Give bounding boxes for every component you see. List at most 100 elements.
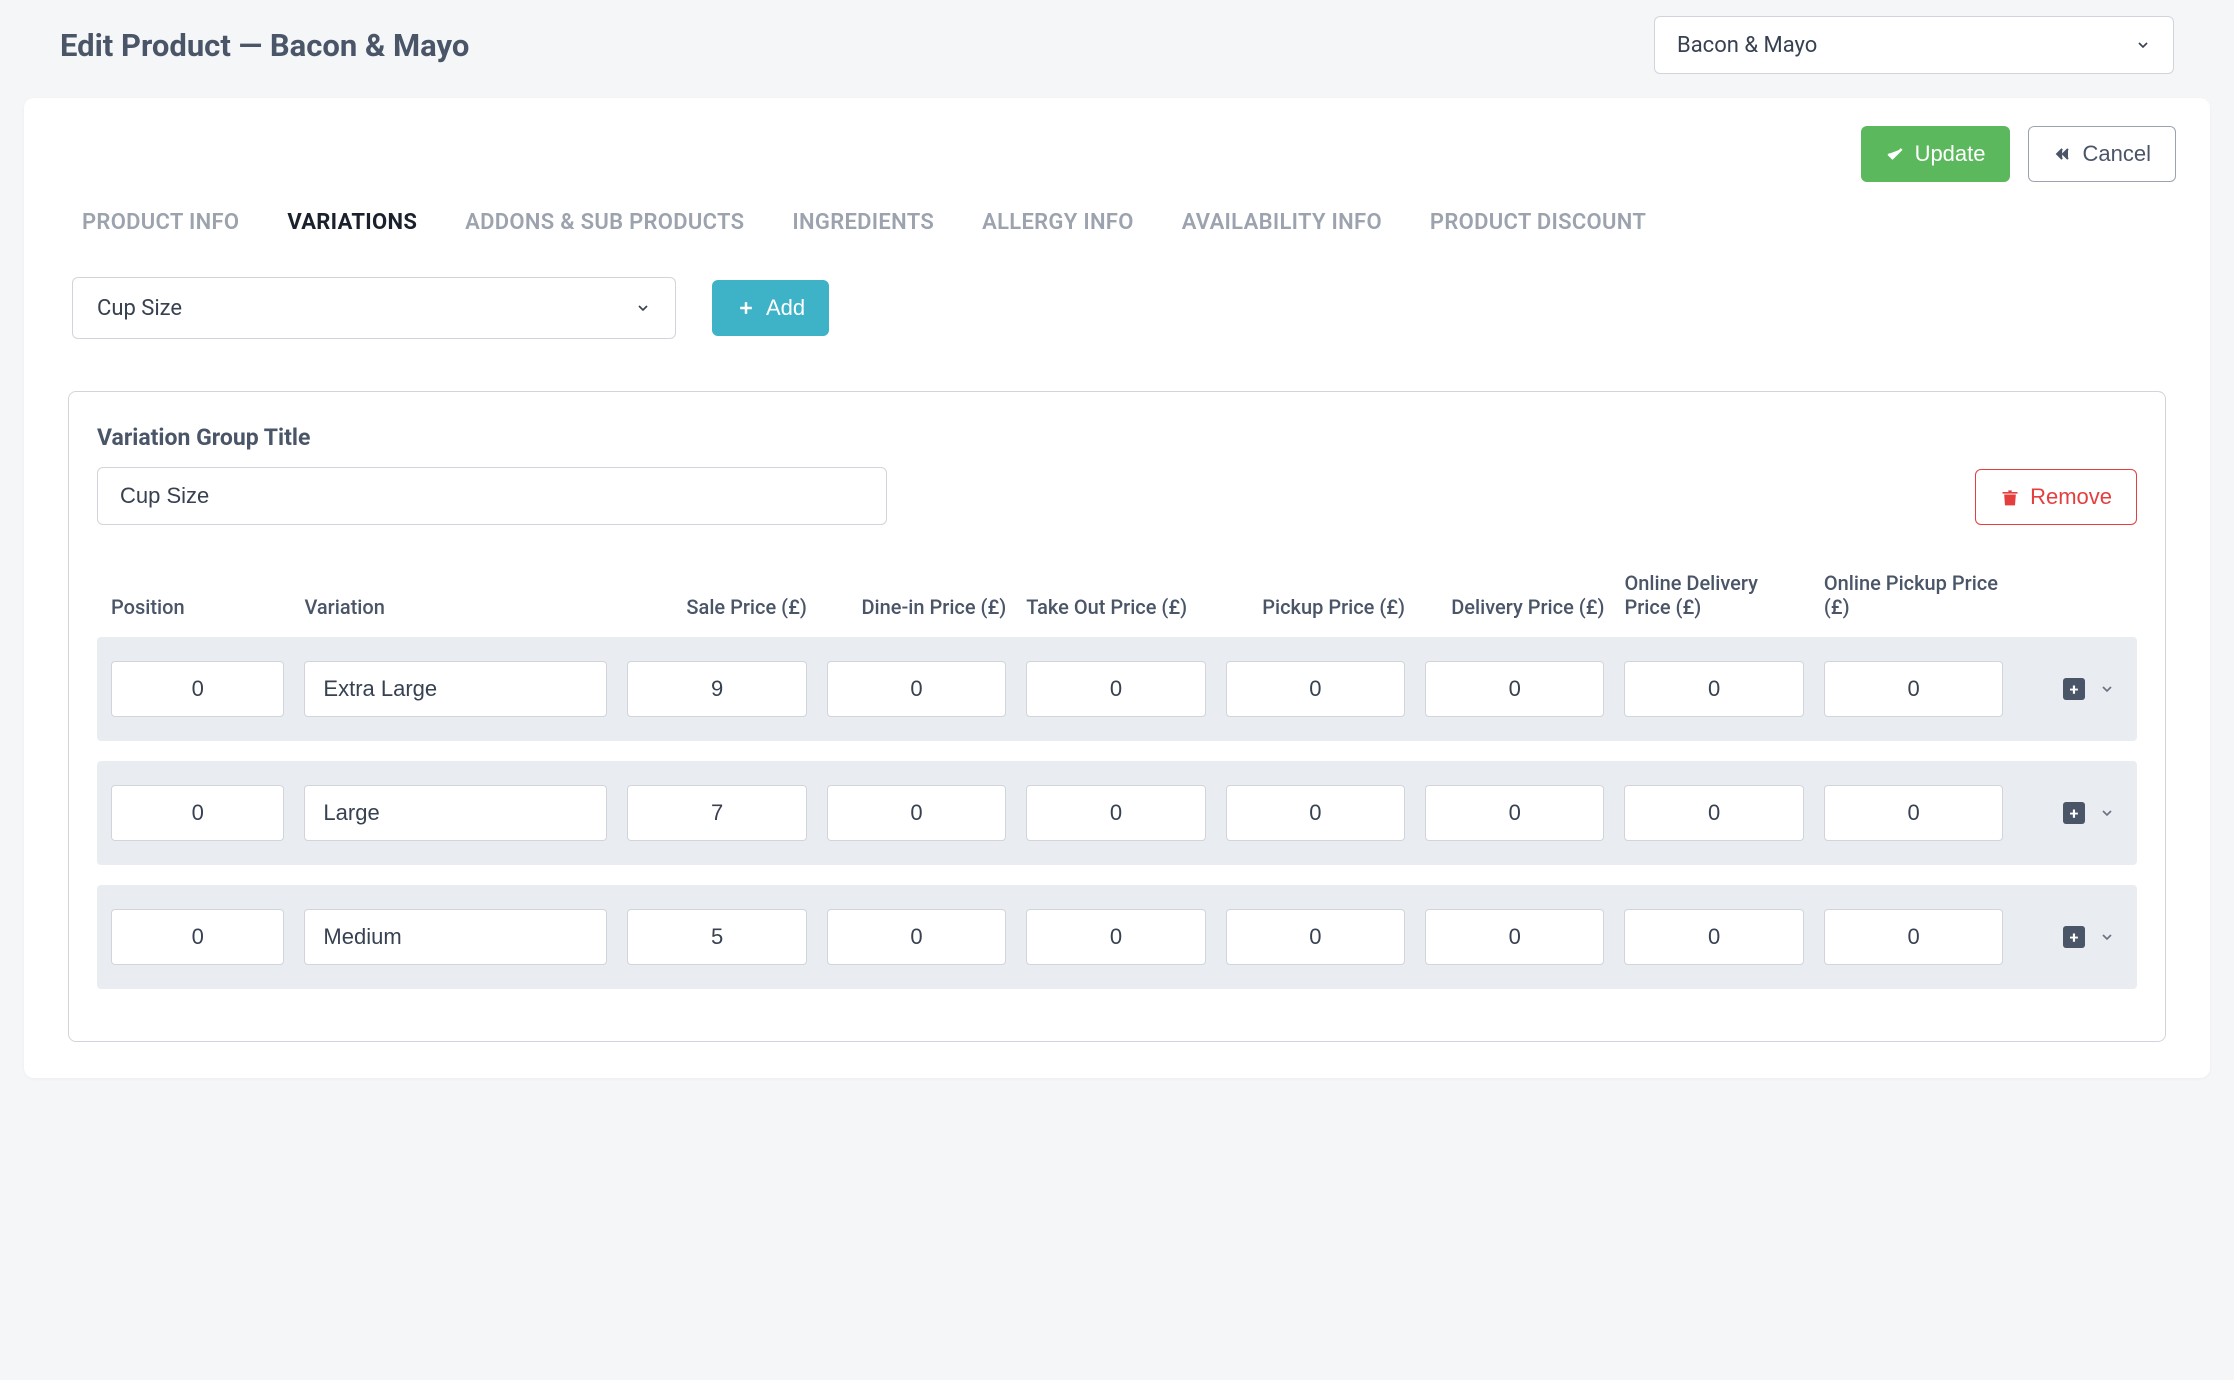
sale-price-input[interactable]: [627, 785, 806, 841]
cell: [617, 785, 816, 841]
online-delivery-price-input[interactable]: [1624, 909, 1803, 965]
cell: [294, 785, 617, 841]
page-title: Edit Product — Bacon & Mayo: [60, 27, 469, 64]
row-actions: +: [2013, 678, 2133, 700]
table-row: +: [97, 637, 2137, 741]
cell: [1614, 909, 1813, 965]
delivery-price-input[interactable]: [1425, 785, 1604, 841]
cancel-button-label: Cancel: [2083, 141, 2151, 167]
th-variation: Variation: [294, 595, 617, 619]
variation-name-input[interactable]: [304, 785, 607, 841]
takeout-price-input[interactable]: [1026, 785, 1205, 841]
cell: [617, 661, 816, 717]
tab-product-discount[interactable]: PRODUCT DISCOUNT: [1430, 210, 1646, 235]
th-position: Position: [101, 595, 294, 619]
tab-availability-info[interactable]: AVAILABILITY INFO: [1182, 210, 1382, 235]
cell: [101, 661, 294, 717]
cell: [1814, 785, 2013, 841]
plus-square-icon[interactable]: +: [2063, 678, 2085, 700]
variation-group: Variation Group Title Remove Position Va…: [68, 391, 2166, 1042]
group-title-section: Variation Group Title: [97, 424, 887, 525]
add-button-label: Add: [766, 295, 805, 321]
cell: [1216, 661, 1415, 717]
group-title-label: Variation Group Title: [97, 424, 887, 451]
sale-price-input[interactable]: [627, 661, 806, 717]
cell: [1216, 909, 1415, 965]
dinein-price-input[interactable]: [827, 909, 1006, 965]
cell: [817, 909, 1016, 965]
pickup-price-input[interactable]: [1226, 661, 1405, 717]
row-actions: +: [2013, 926, 2133, 948]
cell: [1814, 909, 2013, 965]
remove-group-button[interactable]: Remove: [1975, 469, 2137, 525]
plus-icon: [736, 298, 756, 318]
cell: [1415, 909, 1614, 965]
remove-button-label: Remove: [2030, 484, 2112, 510]
pickup-price-input[interactable]: [1226, 909, 1405, 965]
variation-table: Position Variation Sale Price (£) Dine-i…: [97, 571, 2137, 989]
cell: [617, 909, 816, 965]
page-header: Edit Product — Bacon & Mayo Bacon & Mayo: [0, 0, 2234, 98]
pickup-price-input[interactable]: [1226, 785, 1405, 841]
tab-ingredients[interactable]: INGREDIENTS: [792, 210, 934, 235]
cell: [1814, 661, 2013, 717]
takeout-price-input[interactable]: [1026, 661, 1205, 717]
product-select-dropdown[interactable]: Bacon & Mayo: [1654, 16, 2174, 74]
sale-price-input[interactable]: [627, 909, 806, 965]
variation-type-dropdown[interactable]: Cup Size: [72, 277, 676, 339]
group-title-input[interactable]: [97, 467, 887, 525]
tab-allergy-info[interactable]: ALLERGY INFO: [982, 210, 1134, 235]
cell: [294, 909, 617, 965]
variation-type-value: Cup Size: [97, 296, 182, 321]
cell: [1415, 785, 1614, 841]
position-input[interactable]: [111, 661, 284, 717]
online-pickup-price-input[interactable]: [1824, 909, 2003, 965]
cell: [101, 785, 294, 841]
delivery-price-input[interactable]: [1425, 909, 1604, 965]
chevron-down-icon: [2135, 37, 2151, 53]
cell: [1016, 785, 1215, 841]
chevron-down-icon[interactable]: [2099, 929, 2115, 945]
table-row: +: [97, 761, 2137, 865]
cell: [1614, 661, 1813, 717]
online-pickup-price-input[interactable]: [1824, 785, 2003, 841]
variation-group-header: Variation Group Title Remove: [97, 424, 2137, 525]
chevron-down-icon: [635, 300, 651, 316]
cell: [1415, 661, 1614, 717]
chevron-down-icon[interactable]: [2099, 805, 2115, 821]
dinein-price-input[interactable]: [827, 785, 1006, 841]
cell: [817, 661, 1016, 717]
chevron-down-icon[interactable]: [2099, 681, 2115, 697]
delivery-price-input[interactable]: [1425, 661, 1604, 717]
cell: [1216, 785, 1415, 841]
cancel-button[interactable]: Cancel: [2028, 126, 2176, 182]
takeout-price-input[interactable]: [1026, 909, 1205, 965]
table-row: +: [97, 885, 2137, 989]
tab-addons-sub-products[interactable]: ADDONS & SUB PRODUCTS: [465, 210, 744, 235]
online-delivery-price-input[interactable]: [1624, 661, 1803, 717]
variation-selector-row: Cup Size Add: [52, 277, 2182, 339]
check-icon: [1885, 144, 1905, 164]
dinein-price-input[interactable]: [827, 661, 1006, 717]
tabs: PRODUCT INFO VARIATIONS ADDONS & SUB PRODU…: [52, 210, 2182, 235]
plus-square-icon[interactable]: +: [2063, 926, 2085, 948]
online-delivery-price-input[interactable]: [1624, 785, 1803, 841]
variation-name-input[interactable]: [304, 909, 607, 965]
chevron-left-icon: [2053, 144, 2073, 164]
th-pickup-price: Pickup Price (£): [1216, 595, 1415, 619]
position-input[interactable]: [111, 785, 284, 841]
cell: [817, 785, 1016, 841]
add-variation-button[interactable]: Add: [712, 280, 829, 336]
tab-variations[interactable]: VARIATIONS: [287, 210, 417, 235]
plus-square-icon[interactable]: +: [2063, 802, 2085, 824]
variation-name-input[interactable]: [304, 661, 607, 717]
online-pickup-price-input[interactable]: [1824, 661, 2003, 717]
th-takeout-price: Take Out Price (£): [1016, 595, 1215, 619]
th-online-delivery-price: Online Delivery Price (£): [1614, 571, 1813, 619]
update-button[interactable]: Update: [1861, 126, 2010, 182]
row-actions: +: [2013, 802, 2133, 824]
tab-product-info[interactable]: PRODUCT INFO: [82, 210, 239, 235]
th-online-pickup-price: Online Pickup Price (£): [1814, 571, 2013, 619]
th-sale-price: Sale Price (£): [617, 595, 816, 619]
position-input[interactable]: [111, 909, 284, 965]
